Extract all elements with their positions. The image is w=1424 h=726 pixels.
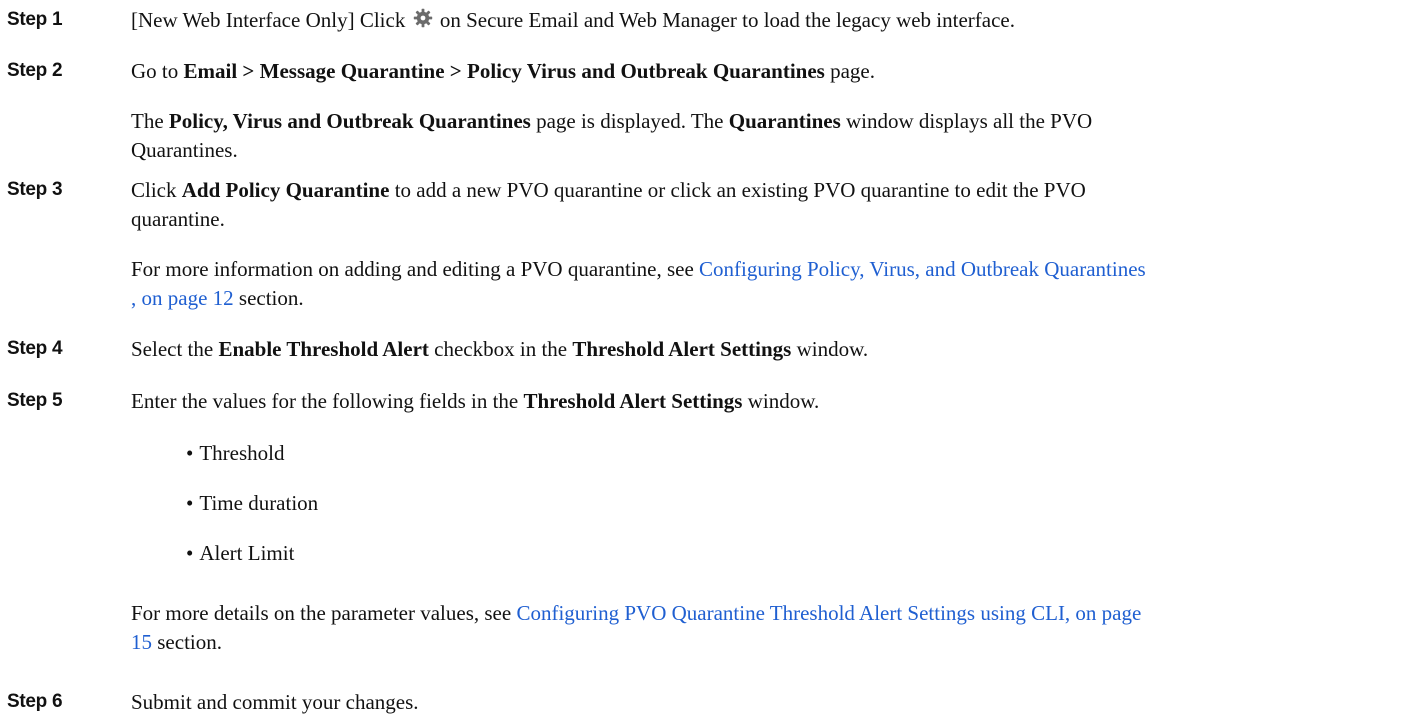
note-text-the: The — [131, 109, 169, 133]
step-label: Step 5 — [7, 390, 63, 411]
list-item: • Alert Limit — [186, 539, 294, 568]
step-text: [New Web Interface Only] Click on Secure… — [131, 6, 1404, 36]
step-label: Step 2 — [7, 60, 63, 81]
window-name: Quarantines — [728, 109, 841, 133]
page-15-link[interactable]: 15 — [131, 630, 152, 654]
step-text-pre: Select the — [131, 337, 214, 361]
page-12-link[interactable]: , on page 12 — [131, 286, 234, 310]
checkbox-name: Enable Threshold Alert — [218, 337, 429, 361]
step-body: Submit and commit your changes. — [131, 688, 1404, 717]
step-text-pre: Enter the values for the following field… — [131, 389, 519, 413]
step-text: Select the Enable Threshold Alert checkb… — [131, 335, 1404, 364]
step-label: Step 3 — [7, 179, 63, 200]
note-text-pre: For more details on the parameter values… — [131, 601, 512, 625]
step-text-pre: Click — [131, 178, 177, 202]
step-label: Step 6 — [7, 691, 63, 712]
step-text-post: window. — [747, 389, 820, 413]
field-name: Alert Limit — [199, 541, 295, 565]
step-text: Enter the values for the following field… — [131, 387, 1404, 416]
note-text-post: section. — [157, 630, 222, 654]
bullet: • — [186, 541, 194, 565]
step-text: Submit and commit your changes. — [131, 690, 419, 714]
step-body: Select the Enable Threshold Alert checkb… — [131, 335, 1404, 364]
configuring-pvo-quarantines-link[interactable]: Configuring Policy, Virus, and Outbreak … — [699, 257, 1146, 281]
step-label: Step 1 — [7, 9, 63, 30]
field-name: Threshold — [199, 441, 285, 465]
step-text-post: window. — [796, 337, 869, 361]
step-body: [New Web Interface Only] Click on Secure… — [131, 6, 1404, 36]
step-note: page is displayed. The The Policy, Virus… — [131, 107, 1092, 165]
step-text: Click Add Policy Quarantine to add a new… — [131, 176, 1404, 234]
step-body: Enter the values for the following field… — [131, 387, 1404, 654]
note-text-mid: page is displayed. The — [536, 109, 724, 133]
field-name: Time duration — [199, 491, 319, 515]
step-text-pre: [New Web Interface Only] Click — [131, 8, 406, 32]
bullet: • — [186, 441, 194, 465]
step-body: Click Add Policy Quarantine to add a new… — [131, 176, 1404, 310]
window-name: Threshold Alert Settings — [523, 389, 743, 413]
menu-path: Email > Message Quarantine > Policy Viru… — [183, 59, 825, 83]
step-text-post: on Secure Email and Web Manager to load … — [439, 8, 1015, 32]
note-text-pre: For more information on adding and editi… — [131, 257, 694, 281]
note-text-end: window displays all the PVO — [846, 109, 1093, 133]
note-text-end2: Quarantines. — [131, 138, 238, 162]
step-text-pre: Go to — [131, 59, 179, 83]
step-label: Step 4 — [7, 338, 63, 359]
note-text-post: section. — [238, 286, 304, 310]
step-note: For more details on the parameter values… — [131, 599, 1141, 657]
bullet: • — [186, 491, 194, 515]
step-note: For more information on adding and editi… — [131, 255, 1146, 313]
button-name: Add Policy Quarantine — [181, 178, 390, 202]
window-name: Threshold Alert Settings — [572, 337, 792, 361]
step-text: Go to Email > Message Quarantine > Polic… — [131, 57, 1404, 86]
step-body: Go to Email > Message Quarantine > Polic… — [131, 57, 1404, 162]
configuring-threshold-cli-link[interactable]: Configuring PVO Quarantine Threshold Ale… — [516, 601, 1141, 625]
list-item: • Time duration — [186, 489, 318, 518]
list-item: • Threshold — [186, 439, 285, 468]
page-name: Policy, Virus and Outbreak Quarantines — [168, 109, 531, 133]
step-text-post: to add a new PVO quarantine or click an … — [394, 178, 1086, 202]
gear-icon — [413, 7, 433, 36]
step-text-post2: quarantine. — [131, 207, 225, 231]
step-text-post: page. — [830, 59, 875, 83]
step-text-mid: checkbox in the — [434, 337, 568, 361]
